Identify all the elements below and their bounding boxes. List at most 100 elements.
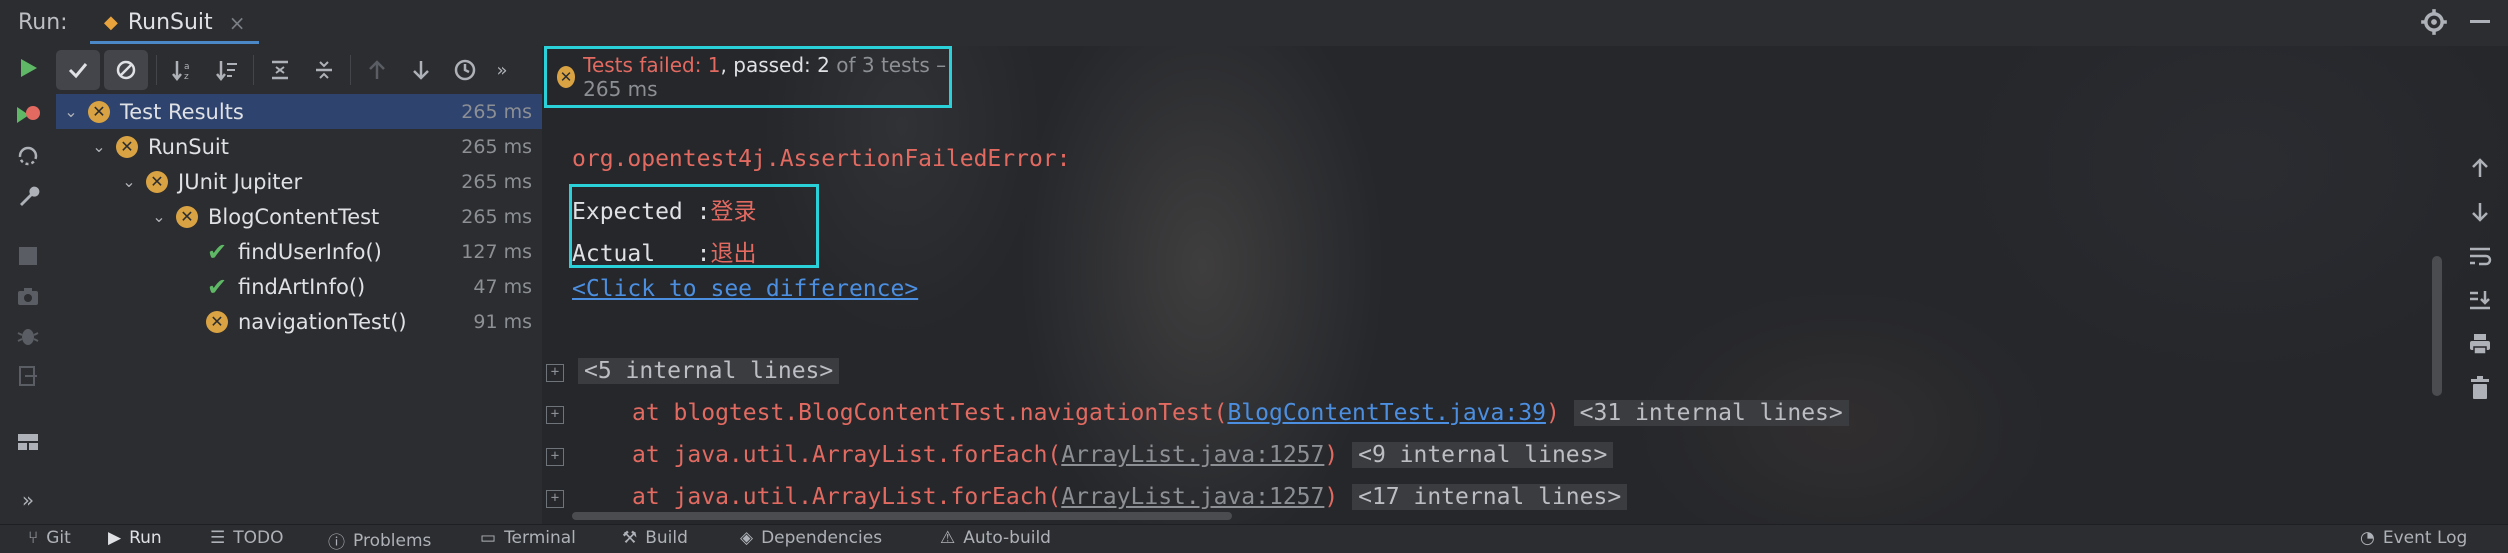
summary-passed: passed: 2 <box>726 53 830 77</box>
expand-fold-icon[interactable]: + <box>546 448 564 466</box>
tree-item-test-results[interactable]: ⌄ ✕ Test Results 265 ms <box>56 94 542 129</box>
chevron-down-icon[interactable]: ⌄ <box>90 137 108 156</box>
tree-item-navigationtest[interactable]: ✕ navigationTest() 91 ms <box>56 304 542 339</box>
tree-item-duration: 265 ms <box>461 170 532 193</box>
chevron-down-icon[interactable]: ⌄ <box>62 102 80 121</box>
chevron-down-icon[interactable]: ⌄ <box>150 207 168 226</box>
tab-runsuit[interactable]: ◆ RunSuit × <box>90 4 260 44</box>
event-log-icon: ◔ <box>2360 528 2375 548</box>
dependencies-icon: ◈ <box>740 528 754 548</box>
failed-status-icon: ✕ <box>146 170 168 193</box>
expected-line: Expected :登录 <box>572 192 756 226</box>
tab-todo[interactable]: ☰ TODO <box>210 528 284 548</box>
print-icon[interactable] <box>2466 330 2494 358</box>
bottom-tab-label: Auto-build <box>963 528 1051 548</box>
console-output[interactable]: ✕ Tests failed: 1, passed: 2 of 3 tests … <box>542 46 2508 524</box>
tree-item-label: Test Results <box>120 99 244 124</box>
failed-status-icon: ✕ <box>116 135 138 158</box>
warning-icon: ⚠ <box>940 528 956 548</box>
trash-icon[interactable] <box>2466 374 2494 402</box>
tab-problems[interactable]: ⓘ Problems <box>328 528 431 553</box>
arrow-down-icon[interactable] <box>2466 198 2494 226</box>
tab-terminal[interactable]: ▭ Terminal <box>480 528 576 548</box>
tree-item-runsuit[interactable]: ⌄ ✕ RunSuit 265 ms <box>56 129 542 164</box>
scroll-to-end-icon[interactable] <box>2466 286 2494 314</box>
expand-all-icon[interactable] <box>258 50 302 90</box>
gear-icon[interactable] <box>2420 8 2448 36</box>
arrow-up-icon[interactable] <box>2466 154 2494 182</box>
camera-icon[interactable] <box>14 282 42 310</box>
tree-item-junit-jupiter[interactable]: ⌄ ✕ JUnit Jupiter 265 ms <box>56 164 542 199</box>
tab-build[interactable]: ⚒ Build <box>622 528 688 548</box>
run-config-icon: ◆ <box>104 12 118 33</box>
arrow-up-icon[interactable] <box>355 50 399 90</box>
tree-item-finduserinfo[interactable]: ✔ findUserInfo() 127 ms <box>56 234 542 269</box>
tree-item-duration: 265 ms <box>461 135 532 158</box>
stack-trace-line: at java.util.ArrayList.forEach(ArrayList… <box>632 442 1614 468</box>
stack-trace-line: at java.util.ArrayList.forEach(ArrayList… <box>632 484 1628 510</box>
tree-item-label: navigationTest() <box>238 309 407 334</box>
bottom-tab-label: Event Log <box>2382 528 2468 548</box>
tab-label: RunSuit <box>127 10 213 35</box>
arrow-down-icon[interactable] <box>399 50 443 90</box>
stop-icon[interactable] <box>14 242 42 270</box>
sort-alpha-icon[interactable]: az <box>161 50 205 90</box>
rerun-icon[interactable] <box>14 54 42 82</box>
show-passed-icon[interactable] <box>56 50 100 90</box>
trace-suffix: ) <box>1324 442 1339 468</box>
bug-icon[interactable] <box>14 322 42 350</box>
expand-fold-icon[interactable]: + <box>546 406 564 424</box>
vertical-scrollbar[interactable] <box>2432 256 2442 396</box>
tree-item-label: findUserInfo() <box>238 239 382 264</box>
tree-item-duration: 127 ms <box>461 240 532 263</box>
tree-item-label: JUnit Jupiter <box>178 169 303 194</box>
collapse-all-icon[interactable] <box>302 50 346 90</box>
trace-suffix: ) <box>1545 400 1560 426</box>
internal-lines-label[interactable]: <17 internal lines> <box>1352 484 1628 510</box>
exit-icon[interactable] <box>14 362 42 390</box>
bottom-tab-label: Git <box>46 528 71 548</box>
internal-lines-label[interactable]: <5 internal lines> <box>578 358 840 384</box>
soft-wrap-icon[interactable] <box>2466 242 2494 270</box>
chevron-down-icon[interactable]: ⌄ <box>120 172 138 191</box>
horizontal-scrollbar[interactable] <box>572 512 1232 520</box>
show-ignored-icon[interactable] <box>104 50 148 90</box>
tree-item-label: findArtInfo() <box>238 274 366 299</box>
toggle-auto-test-icon[interactable] <box>14 142 42 170</box>
expand-fold-icon[interactable]: + <box>546 490 564 508</box>
source-link[interactable]: ArrayList.java:1257 <box>1061 442 1324 468</box>
tab-run[interactable]: ▶ Run <box>108 528 162 548</box>
run-panel-header: Run: ◆ RunSuit × <box>0 0 2508 47</box>
tree-item-duration: 47 ms <box>473 275 532 298</box>
expand-fold-icon[interactable]: + <box>546 364 564 382</box>
sort-duration-icon[interactable] <box>205 50 249 90</box>
tree-item-findartinfo[interactable]: ✔ findArtInfo() 47 ms <box>56 269 542 304</box>
git-icon: ⑂ <box>28 528 39 548</box>
fold-internal-lines[interactable]: <5 internal lines> <box>578 358 840 384</box>
more-actions-icon[interactable]: » <box>487 50 517 90</box>
click-to-see-difference-link[interactable]: <Click to see difference> <box>572 276 918 302</box>
rerun-failed-icon[interactable] <box>14 102 42 130</box>
layout-icon[interactable] <box>14 428 42 456</box>
tree-item-blogcontenttest[interactable]: ⌄ ✕ BlogContentTest 265 ms <box>56 199 542 234</box>
tab-auto-build[interactable]: ⚠ Auto-build <box>940 528 1051 548</box>
tab-event-log[interactable]: ◔ Event Log <box>2360 528 2467 548</box>
more-tools-icon[interactable]: » <box>14 486 42 514</box>
tab-git[interactable]: ⑂ Git <box>28 528 71 548</box>
internal-lines-label[interactable]: <31 internal lines> <box>1573 400 1849 426</box>
source-link[interactable]: ArrayList.java:1257 <box>1061 484 1324 510</box>
history-icon[interactable] <box>443 50 487 90</box>
source-link[interactable]: BlogContentTest.java:39 <box>1227 400 1546 426</box>
close-icon[interactable]: × <box>229 11 246 35</box>
bottom-tab-label: Run <box>129 528 162 548</box>
tree-item-duration: 265 ms <box>461 100 532 123</box>
tab-dependencies[interactable]: ◈ Dependencies <box>740 528 882 548</box>
internal-lines-label[interactable]: <9 internal lines> <box>1352 442 1614 468</box>
console-actions-strip <box>2452 106 2508 426</box>
run-icon: ▶ <box>108 528 122 548</box>
minimize-icon[interactable] <box>2470 20 2490 23</box>
passed-check-icon: ✔ <box>206 237 228 266</box>
actual-line: Actual :退出 <box>572 234 756 268</box>
tree-item-duration: 91 ms <box>473 310 532 333</box>
wrench-icon[interactable] <box>14 182 42 210</box>
